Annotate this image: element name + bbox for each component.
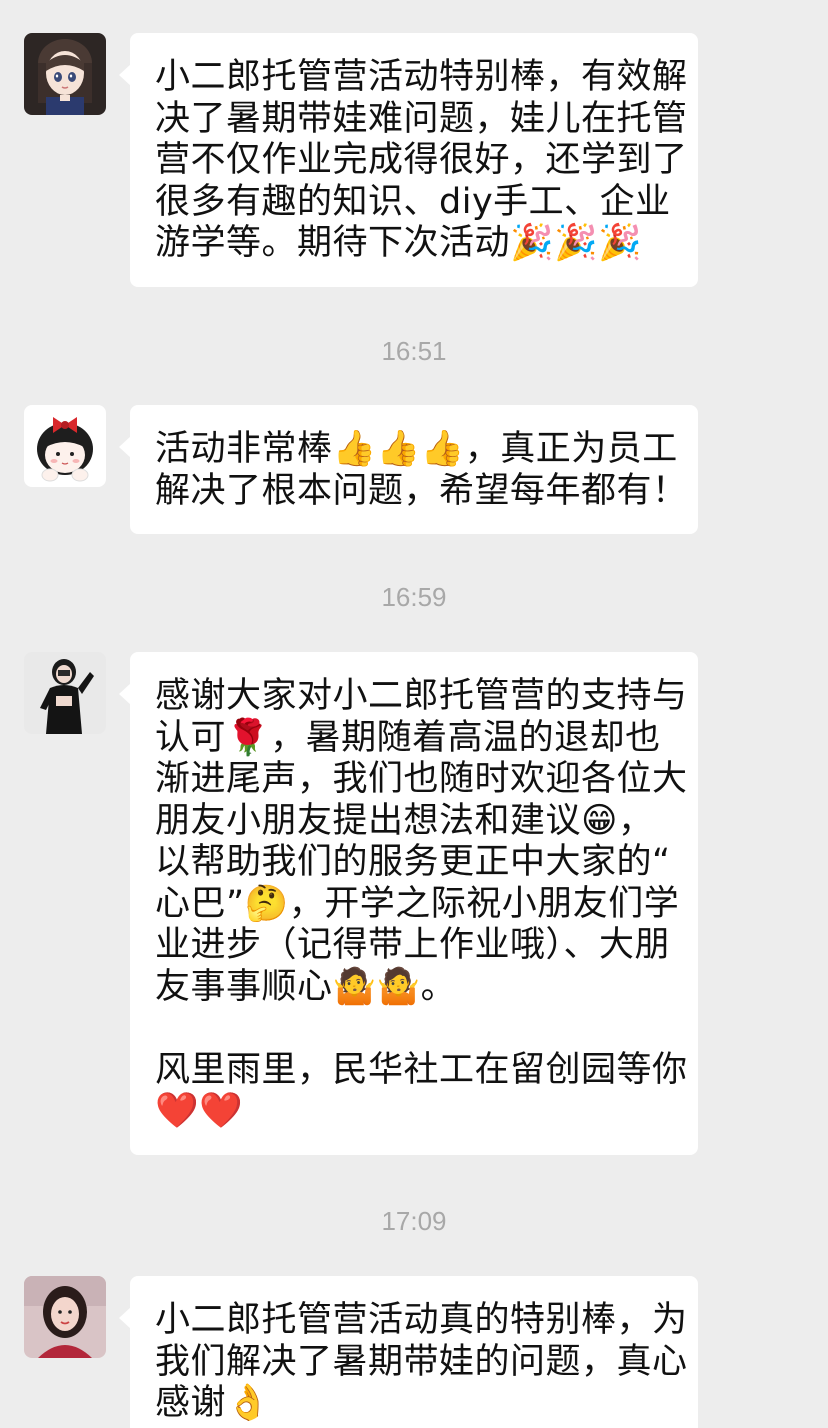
message-line: ❤️❤️: [155, 1091, 244, 1131]
message-line: 感谢👌: [155, 1383, 271, 1423]
timestamp: 17:09: [381, 1206, 447, 1236]
message-line: 业进步（记得带上作业哦）、大朋: [155, 925, 671, 965]
timestamp: 16:59: [381, 582, 447, 612]
message-line: 决了暑期带娃难问题，娃儿在托管: [155, 98, 688, 139]
avatar[interactable]: [24, 1276, 106, 1358]
chat-area[interactable]: 小二郎托管营活动特别棒，有效解 决了暑期带娃难问题，娃儿在托管 营不仅作业完成得…: [0, 0, 828, 1428]
message-bubble[interactable]: 小二郎托管营活动特别棒，有效解 决了暑期带娃难问题，娃儿在托管 营不仅作业完成得…: [119, 33, 698, 287]
message-line: 认可🌹，暑期随着高温的退却也: [155, 717, 661, 758]
message-line: 感谢大家对小二郎托管营的支持与: [155, 676, 688, 716]
avatar[interactable]: [24, 33, 106, 115]
message-bubble[interactable]: 小二郎托管营活动真的特别棒，为 我们解决了暑期带娃的问题，真心 感谢👌: [119, 1276, 698, 1428]
message-bubble[interactable]: 感谢大家对小二郎托管营的支持与 认可🌹，暑期随着高温的退却也 渐进尾声，我们也随…: [119, 652, 698, 1155]
message-line: 心巴”🤔，开学之际祝小朋友们学: [155, 883, 680, 924]
message-line: 很多有趣的知识、diy手工、企业: [155, 181, 671, 222]
avatar[interactable]: [24, 652, 106, 734]
girl-with-dark-hair-avatar: [24, 33, 106, 115]
message-line: 小二郎托管营活动真的特别棒，为: [155, 1300, 688, 1340]
timestamp: 16:51: [381, 336, 447, 366]
message-bubble[interactable]: 活动非常棒👍👍👍，真正为员工 解决了根本问题，希望每年都有！: [119, 405, 698, 534]
message-line: 活动非常棒👍👍👍，真正为员工: [155, 429, 678, 469]
avatar[interactable]: [24, 405, 106, 487]
message-line: 我们解决了暑期带娃的问题，真心: [155, 1341, 688, 1382]
cartoon-girl-with-red-bow-avatar: [24, 405, 106, 487]
message-line: 友事事顺心🤷🤷。: [155, 966, 457, 1007]
message-line: 以帮助我们的服务更正中大家的“: [155, 842, 671, 882]
message-line: 小二郎托管营活动特别棒，有效解: [155, 57, 688, 97]
woman-in-black-avatar: [24, 652, 106, 734]
message-line: 渐进尾声，我们也随时欢迎各位大: [155, 759, 688, 799]
message-line: 朋友小朋友提出想法和建议😁，: [155, 800, 654, 841]
selfie-woman-avatar: [24, 1276, 106, 1358]
message-line: 风里雨里，民华社工在留创园等你: [155, 1049, 688, 1090]
message-line: 解决了根本问题，希望每年都有！: [155, 470, 688, 511]
message-line: 游学等。期待下次活动🎉🎉🎉: [155, 223, 643, 263]
message-line: 营不仅作业完成得很好，还学到了: [155, 140, 688, 180]
